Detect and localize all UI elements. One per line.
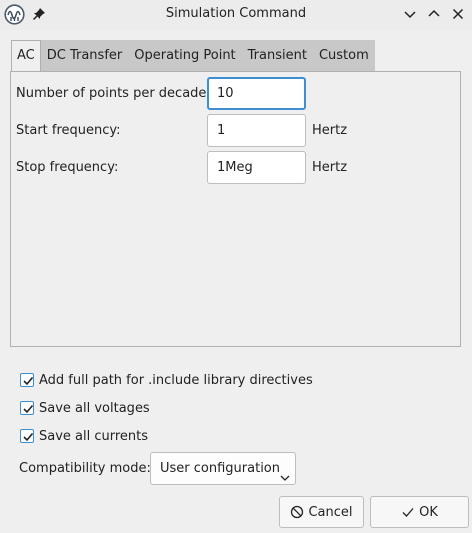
tab-bar: AC DC Transfer Operating Point Transient…	[11, 40, 375, 72]
save-all-voltages-label: Save all voltages	[39, 400, 150, 416]
tab-dc-transfer[interactable]: DC Transfer	[40, 40, 129, 71]
ok-button[interactable]: OK	[370, 496, 469, 528]
save-all-voltages-option[interactable]: Save all voltages	[20, 399, 150, 417]
tab-ac[interactable]: AC	[11, 40, 41, 72]
simulation-command-dialog: Simulation Command AC DC Transfer Operat…	[0, 0, 472, 533]
start-frequency-input[interactable]	[207, 114, 306, 147]
start-frequency-label: Start frequency:	[16, 123, 121, 138]
chevron-down-icon[interactable]	[402, 6, 418, 22]
stop-frequency-unit: Hertz	[312, 160, 348, 175]
cancel-button[interactable]: Cancel	[279, 496, 364, 528]
stop-frequency-label: Stop frequency:	[16, 160, 119, 175]
ok-button-label: OK	[419, 504, 438, 520]
tab-custom[interactable]: Custom	[312, 40, 375, 71]
compatibility-mode-select[interactable]: User configuration	[150, 452, 296, 485]
stop-frequency-input[interactable]	[207, 151, 306, 184]
checkmark-icon	[402, 508, 414, 517]
start-frequency-unit: Hertz	[312, 123, 348, 138]
app-icon[interactable]	[4, 4, 25, 25]
tab-operating-point[interactable]: Operating Point	[128, 40, 242, 71]
close-icon[interactable]	[450, 6, 466, 22]
include-full-path-option[interactable]: Add full path for .include library direc…	[20, 371, 313, 389]
compatibility-mode-label: Compatibility mode:	[19, 461, 151, 476]
chevron-up-icon[interactable]	[426, 6, 442, 22]
chevron-down-icon	[280, 464, 290, 481]
ac-tab-panel	[10, 71, 461, 347]
title-bar: Simulation Command	[0, 0, 472, 30]
cancel-button-label: Cancel	[308, 504, 353, 520]
save-all-currents-label: Save all currents	[39, 428, 149, 444]
save-all-currents-option[interactable]: Save all currents	[20, 427, 148, 445]
compatibility-mode-value: User configuration	[160, 461, 280, 476]
save-all-voltages-checkbox[interactable]	[20, 401, 34, 415]
pin-icon[interactable]	[31, 6, 47, 22]
include-full-path-label: Add full path for .include library direc…	[39, 372, 313, 388]
points-per-decade-label: Number of points per decade:	[16, 86, 211, 101]
tab-transient[interactable]: Transient	[241, 40, 313, 71]
save-all-currents-checkbox[interactable]	[20, 429, 34, 443]
include-full-path-checkbox[interactable]	[20, 373, 34, 387]
cancel-circle-icon	[291, 505, 304, 519]
points-per-decade-input[interactable]	[207, 77, 306, 110]
